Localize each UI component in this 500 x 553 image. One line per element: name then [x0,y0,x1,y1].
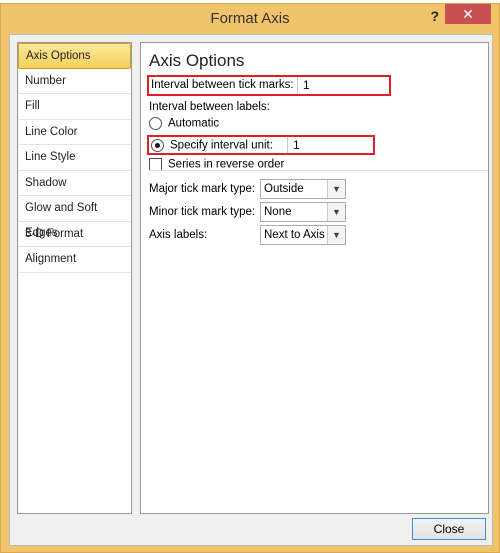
chevron-down-icon[interactable]: ▼ [327,180,345,198]
axis-labels-value: Next to Axis [264,229,325,241]
nav-item-alignment[interactable]: Alignment [18,247,131,273]
tick-interval-input[interactable]: 1 [297,77,389,94]
dialog-body: Axis Options Number Fill Line Color Line… [9,34,493,546]
close-button[interactable]: Close [412,518,486,540]
major-tick-label: Major tick mark type: [149,183,256,195]
nav-item-number[interactable]: Number [18,69,131,94]
minor-tick-select[interactable]: None ▼ [260,202,346,222]
major-tick-select[interactable]: Outside ▼ [260,179,346,199]
nav-item-glow[interactable]: Glow and Soft Edges [18,196,131,239]
specify-option[interactable]: Specify interval unit: [151,139,273,152]
help-button[interactable]: ? [430,8,439,24]
close-window-button[interactable]: ✕ [445,4,491,24]
automatic-radio[interactable] [149,117,162,130]
format-axis-dialog: Format Axis ? ✕ Axis Options Number Fill… [0,3,500,553]
nav-item-3d-format[interactable]: 3-D Format [18,222,131,247]
specify-radio[interactable] [151,139,164,152]
axis-labels-label: Axis labels: [149,229,208,241]
automatic-label: Automatic [168,117,220,130]
nav-item-line-color[interactable]: Line Color [18,120,131,145]
close-icon: ✕ [462,6,474,22]
automatic-option[interactable]: Automatic [149,117,219,130]
reverse-order-label: Series in reverse order [168,158,285,171]
axis-labels-select[interactable]: Next to Axis ▼ [260,225,346,245]
specify-label: Specify interval unit: [170,139,273,152]
nav-item-line-style[interactable]: Line Style [18,145,131,171]
specify-interval-input[interactable]: 1 [287,137,373,153]
nav-item-axis-options[interactable]: Axis Options [18,43,131,69]
dialog-title: Format Axis [210,10,290,27]
nav-item-shadow[interactable]: Shadow [18,171,131,196]
minor-tick-value: None [264,206,292,218]
chevron-down-icon[interactable]: ▼ [327,226,345,244]
tick-interval-highlight: Interval between tick marks: 1 [147,75,391,96]
tick-interval-label: Interval between tick marks: [151,79,294,91]
category-list: Axis Options Number Fill Line Color Line… [17,42,132,514]
divider [149,170,488,171]
options-panel: Axis Options Interval between tick marks… [140,42,489,514]
labels-interval-label: Interval between labels: [149,101,270,113]
panel-heading: Axis Options [149,51,245,70]
major-tick-value: Outside [264,183,304,195]
chevron-down-icon[interactable]: ▼ [327,203,345,221]
minor-tick-label: Minor tick mark type: [149,206,256,218]
specify-interval-highlight: Specify interval unit: 1 [147,135,375,155]
nav-item-fill[interactable]: Fill [18,94,131,120]
